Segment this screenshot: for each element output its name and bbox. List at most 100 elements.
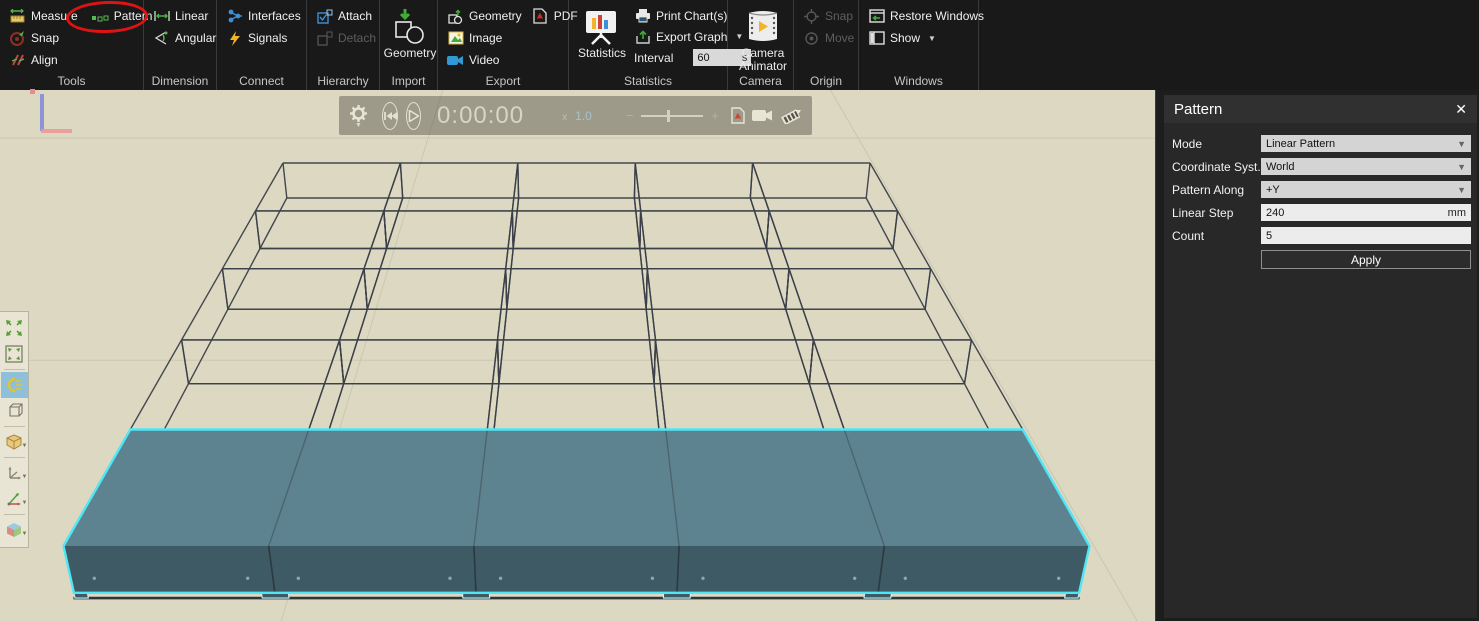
speed-slider-track[interactable] <box>641 115 703 117</box>
export-image-label: Image <box>469 31 502 45</box>
simulation-playback-bar: ▼ 0:00:00 x 1.0 − + <box>339 96 812 135</box>
annotation-dot <box>30 89 35 94</box>
mode-dropdown[interactable]: Linear Pattern ▼ <box>1261 135 1471 152</box>
dropdown-arrow-icon: ▼ <box>22 500 28 506</box>
signals-label: Signals <box>248 31 287 45</box>
detach-label: Detach <box>338 31 376 45</box>
export-geometry-icon <box>447 8 464 24</box>
restore-windows-button[interactable]: Restore Windows <box>868 8 984 24</box>
attach-label: Attach <box>338 9 372 23</box>
interfaces-button[interactable]: Interfaces <box>226 8 301 24</box>
fit-all-button[interactable] <box>1 315 28 341</box>
ribbon-section-windows: Restore Windows Show ▼ Windows <box>859 0 979 90</box>
detach-button[interactable]: Detach <box>316 30 376 46</box>
play-button[interactable] <box>406 102 421 130</box>
video-camera-icon <box>447 52 464 68</box>
export-graph-button[interactable]: Export Graph ▼ <box>634 29 743 45</box>
coordinate-system-label: Coordinate Syst... <box>1172 160 1261 174</box>
origin-axes-icon <box>6 491 23 507</box>
show-windows-button[interactable]: Show ▼ <box>868 30 936 46</box>
dropdown-arrow-icon: ▼ <box>22 474 28 480</box>
speed-slider-handle[interactable] <box>667 110 670 122</box>
record-video-icon[interactable] <box>752 109 773 122</box>
view-tools-sidebar: ▼ ▼ ▼ ▼ <box>0 311 29 548</box>
origin-snap-label: Snap <box>825 9 853 23</box>
export-pdf-icon[interactable] <box>731 107 745 124</box>
apply-button[interactable]: Apply <box>1261 250 1471 269</box>
snap-button[interactable]: Snap <box>9 30 59 46</box>
origin-move-button[interactable]: Move <box>803 30 854 46</box>
export-video-button[interactable]: Video <box>447 52 499 68</box>
statistics-button[interactable]: Statistics <box>578 5 626 72</box>
statistics-label: Statistics <box>578 47 626 60</box>
panel-title: Pattern <box>1174 101 1455 118</box>
ribbon-section-statistics: Statistics Print Chart(s) Export Graph <box>569 0 728 90</box>
fit-selected-button[interactable] <box>1 341 28 367</box>
viewport-3d[interactable]: ▼ 0:00:00 x 1.0 − + <box>0 90 1155 621</box>
pattern-panel: Pattern ✕ Mode Linear Pattern ▼ Coordina… <box>1164 95 1477 618</box>
view-orientation-cube-icon <box>6 522 23 538</box>
ribbon-section-camera: Camera Animator Camera <box>728 0 794 90</box>
origin-move-label: Move <box>825 31 854 45</box>
speed-decrease-button[interactable]: − <box>626 108 634 123</box>
render-mode-button[interactable]: ▼ <box>1 429 28 455</box>
import-geometry-icon <box>390 7 430 47</box>
export-geometry-button[interactable]: Geometry <box>447 8 522 24</box>
linear-dimension-button[interactable]: Linear <box>153 8 208 24</box>
view-orientation-button[interactable]: ▼ <box>1 517 28 543</box>
align-label: Align <box>31 53 58 67</box>
attach-icon <box>316 8 333 24</box>
speed-slider: − + <box>626 108 719 123</box>
dropdown-arrow-icon: ▼ <box>1457 185 1466 195</box>
speed-increase-button[interactable]: + <box>711 108 719 123</box>
export-geometry-label: Geometry <box>469 9 522 23</box>
attach-button[interactable]: Attach <box>316 8 372 24</box>
section-label-export: Export <box>438 74 568 88</box>
interfaces-label: Interfaces <box>248 9 301 23</box>
align-button[interactable]: Align <box>9 52 58 68</box>
linear-step-input[interactable] <box>1266 207 1448 219</box>
pattern-along-label: Pattern Along <box>1172 183 1261 197</box>
origin-axes-button[interactable]: ▼ <box>1 486 28 512</box>
rewind-button[interactable] <box>382 102 398 130</box>
pattern-along-dropdown[interactable]: +Y ▼ <box>1261 181 1471 198</box>
image-icon <box>447 30 464 46</box>
fit-all-icon <box>5 319 23 337</box>
orthographic-cube-button[interactable] <box>1 398 28 424</box>
film-strip-icon[interactable] <box>780 108 802 124</box>
headlight-button[interactable] <box>1 372 28 398</box>
import-geometry-button[interactable]: Geometry <box>389 5 431 60</box>
print-charts-button[interactable]: Print Chart(s) <box>634 8 727 24</box>
coordinate-system-value: World <box>1266 161 1457 173</box>
settings-dropdown-arrow-icon: ▼ <box>355 123 362 128</box>
coordinate-system-dropdown[interactable]: World ▼ <box>1261 158 1471 175</box>
measure-button[interactable]: Measure <box>9 8 78 24</box>
angular-dimension-button[interactable]: Angular <box>153 30 216 46</box>
origin-snap-icon <box>803 8 820 24</box>
camera-animator-button[interactable]: Camera Animator <box>737 5 789 73</box>
frame-axes-button[interactable]: ▼ <box>1 460 28 486</box>
print-charts-label: Print Chart(s) <box>656 9 727 23</box>
section-label-hierarchy: Hierarchy <box>307 74 379 88</box>
ribbon-section-tools: Measure Pattern Snap Align Tools <box>0 0 144 90</box>
close-icon[interactable]: ✕ <box>1455 101 1467 118</box>
count-input[interactable] <box>1266 230 1466 242</box>
simulation-speed: x 1.0 <box>562 109 592 123</box>
simulation-settings-button[interactable]: ▼ <box>349 104 368 128</box>
pattern-icon <box>92 8 109 24</box>
speed-value: 1.0 <box>575 109 592 123</box>
toolbar-divider <box>4 514 25 515</box>
export-graph-icon <box>634 29 651 45</box>
import-geometry-label: Geometry <box>384 47 437 60</box>
export-image-button[interactable]: Image <box>447 30 502 46</box>
dropdown-arrow-icon: ▼ <box>1457 162 1466 172</box>
mode-value: Linear Pattern <box>1266 138 1457 150</box>
angular-dimension-icon <box>153 30 170 46</box>
section-label-camera: Camera <box>728 74 793 88</box>
signals-button[interactable]: Signals <box>226 30 287 46</box>
origin-snap-button[interactable]: Snap <box>803 8 853 24</box>
linear-dimension-icon <box>153 8 170 24</box>
axis-x-bar <box>41 129 72 133</box>
ribbon-section-dimension: Linear Angular Dimension <box>144 0 217 90</box>
pdf-file-icon <box>532 8 549 24</box>
